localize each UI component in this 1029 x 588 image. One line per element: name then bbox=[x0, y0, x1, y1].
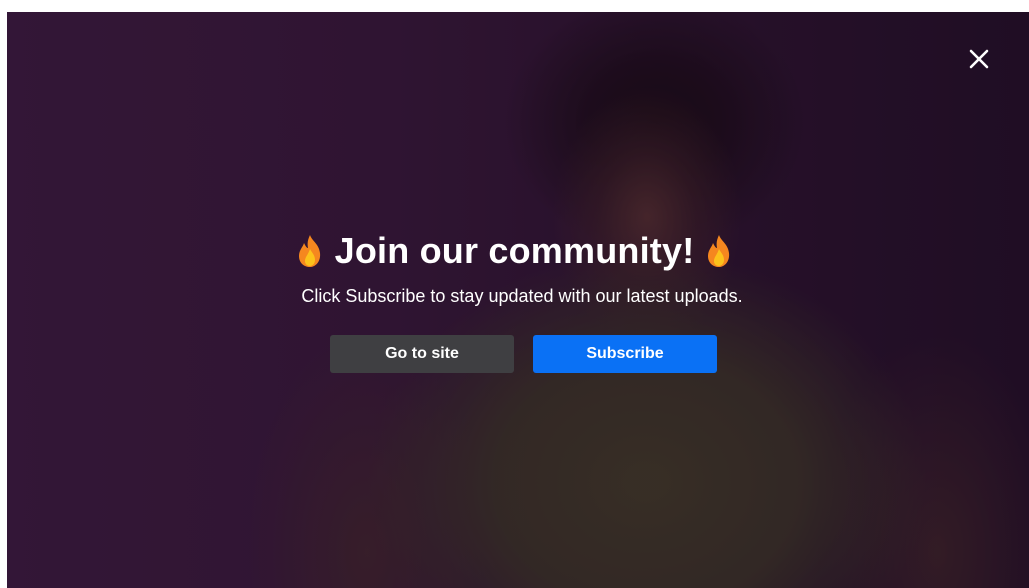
close-icon bbox=[969, 49, 989, 69]
modal-title: Join our community! bbox=[334, 230, 695, 271]
subscribe-button[interactable]: Subscribe bbox=[533, 335, 717, 373]
modal-subtitle: Click Subscribe to stay updated with our… bbox=[301, 286, 743, 306]
close-button[interactable] bbox=[968, 48, 992, 72]
go-to-site-button[interactable]: Go to site bbox=[330, 335, 514, 373]
flame-icon bbox=[708, 235, 730, 267]
title-row: Join our community! bbox=[0, 226, 1029, 276]
flame-icon bbox=[298, 235, 320, 267]
subscribe-label: Subscribe bbox=[586, 345, 664, 362]
go-to-site-label: Go to site bbox=[385, 345, 459, 362]
